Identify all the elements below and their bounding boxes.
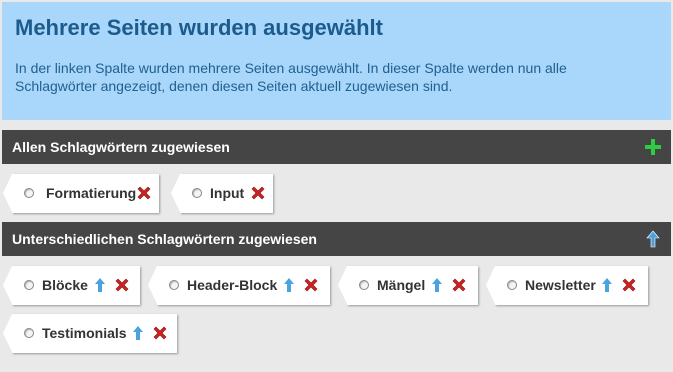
tag-label: Testimonials xyxy=(42,325,127,341)
remove-x-icon[interactable] xyxy=(621,277,637,293)
tag-label: Mängel xyxy=(377,277,426,293)
arrow-up-icon[interactable] xyxy=(130,325,146,341)
arrow-up-icon[interactable] xyxy=(644,230,662,248)
tag-hole xyxy=(359,280,369,290)
all-tags-header: Allen Schlagwörtern zugewiesen xyxy=(2,130,671,164)
info-text-line-2: Schlagwörter angezeigt, denen diesen Sei… xyxy=(15,78,453,94)
remove-x-icon[interactable] xyxy=(114,277,130,293)
remove-x-icon[interactable] xyxy=(451,277,467,293)
remove-x-icon[interactable] xyxy=(136,185,152,201)
tag-label: Newsletter xyxy=(525,277,596,293)
arrow-up-icon[interactable] xyxy=(429,277,445,293)
tag-label: Formatierung xyxy=(46,185,137,201)
tag-hole xyxy=(24,328,34,338)
tag-formatierung[interactable]: Formatierung xyxy=(3,174,159,213)
tag-bloecke[interactable]: Blöcke xyxy=(3,266,140,305)
info-text-line-1: In der linken Spalte wurden mehrere Seit… xyxy=(15,60,567,76)
tag-hole xyxy=(24,280,34,290)
tag-maengel[interactable]: Mängel xyxy=(338,266,478,305)
tag-label: Input xyxy=(210,185,245,201)
remove-x-icon[interactable] xyxy=(303,277,319,293)
tag-input[interactable]: Input xyxy=(171,174,273,213)
arrow-up-icon[interactable] xyxy=(599,277,615,293)
arrow-up-icon[interactable] xyxy=(92,277,108,293)
tag-label: Header-Block xyxy=(187,277,278,293)
remove-x-icon[interactable] xyxy=(152,325,168,341)
tag-testimonials[interactable]: Testimonials xyxy=(3,314,177,353)
tag-label: Blöcke xyxy=(42,277,88,293)
plus-icon[interactable] xyxy=(644,138,662,156)
remove-x-icon[interactable] xyxy=(250,185,266,201)
info-text: In der linken Spalte wurden mehrere Seit… xyxy=(15,59,659,95)
tag-header-block[interactable]: Header-Block xyxy=(148,266,330,305)
info-title: Mehrere Seiten wurden ausgewählt xyxy=(15,15,383,40)
tag-hole xyxy=(169,280,179,290)
diff-tags-header: Unterschiedlichen Schlagwörtern zugewies… xyxy=(2,222,671,256)
diff-tags-title: Unterschiedlichen Schlagwörtern zugewies… xyxy=(12,231,317,247)
tag-hole xyxy=(507,280,517,290)
arrow-up-icon[interactable] xyxy=(281,277,297,293)
tag-hole xyxy=(24,188,34,198)
info-panel: Mehrere Seiten wurden ausgewählt In der … xyxy=(2,2,671,120)
tag-hole xyxy=(192,188,202,198)
all-tags-title: Allen Schlagwörtern zugewiesen xyxy=(12,139,230,155)
tag-newsletter[interactable]: Newsletter xyxy=(486,266,648,305)
